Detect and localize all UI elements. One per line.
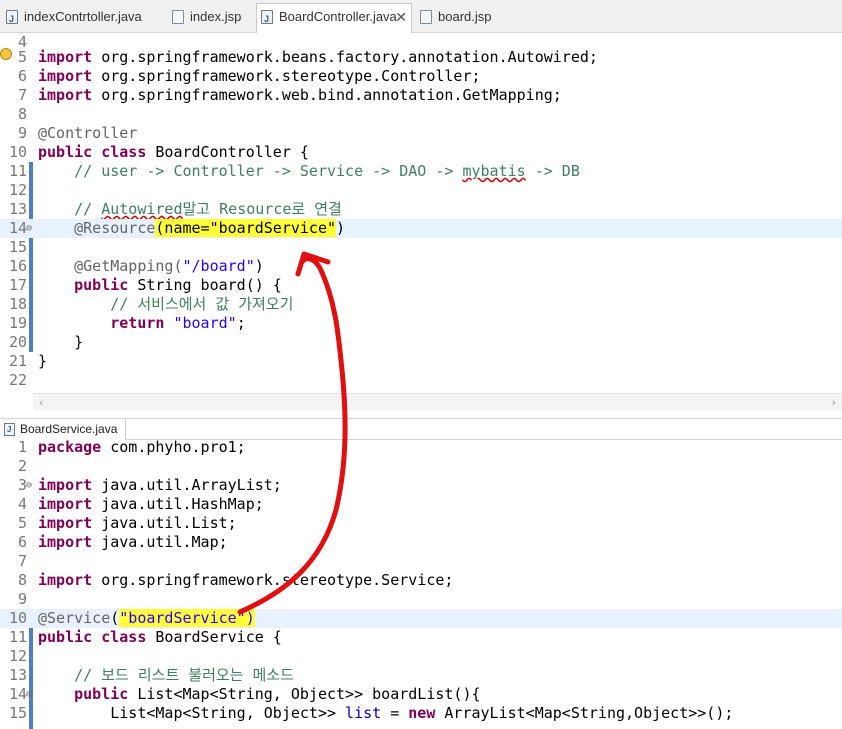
board-service-editor[interactable]: 1 package com.phyho.pro1; 2 3 ⊖ import j… (0, 440, 842, 729)
tab-board-controller[interactable]: BoardController.java ✕ (256, 3, 412, 33)
code-line: 7 import org.springframework.web.bind.an… (17, 86, 562, 104)
code-line: 7 (17, 552, 27, 570)
code-line: 13 // Autowired말고 Resource로 연결 (8, 200, 342, 218)
code-line: 9 (17, 590, 27, 608)
tab-board-jsp[interactable]: board.jsp (416, 4, 506, 30)
current-code-line: 14 ⊖ @Resource(name="boardService") (0, 219, 842, 238)
code-line: 11 // user -> Controller -> Service -> D… (8, 162, 580, 180)
jsp-file-icon (172, 10, 184, 24)
code-line: 15 (8, 238, 27, 256)
code-line: 10 public class BoardController { (8, 143, 309, 161)
tab-label: BoardService.java (20, 422, 118, 436)
scroll-right-icon[interactable]: › (830, 394, 837, 410)
horizontal-scrollbar[interactable]: ‹ › (33, 393, 842, 410)
code-line: 12 (8, 647, 27, 665)
code-line: 3 ⊖ import java.util.ArrayList; (17, 476, 282, 495)
code-line: 12 (8, 181, 27, 199)
code-line: 2 (17, 457, 27, 475)
tab-label: indexContrtoller.java (24, 9, 142, 24)
java-file-icon (261, 6, 273, 32)
tab-index-controller[interactable]: indexContrtoller.java (2, 4, 167, 32)
code-line: 16 @GetMapping("/board") (8, 257, 264, 275)
tab-index-jsp[interactable]: index.jsp (168, 4, 254, 30)
fold-collapse-icon[interactable]: ⊖ (26, 685, 32, 704)
code-line: 11 public class BoardService { (8, 628, 282, 646)
tab-label: board.jsp (438, 9, 492, 24)
code-line: 22 (8, 371, 27, 389)
code-line: 18 // 서비스에서 값 가져오기 (8, 295, 294, 313)
fold-collapse-icon[interactable]: ⊖ (26, 219, 32, 238)
code-line: 1 package com.phyho.pro1; (17, 440, 246, 456)
editor-tab-bar: indexContrtoller.java index.jsp BoardCon… (0, 0, 842, 33)
tab-board-service[interactable]: BoardService.java (0, 419, 127, 440)
code-line: 20 } (8, 333, 84, 351)
jsp-file-icon (420, 10, 432, 24)
code-line: 13 // 보드 리스트 불러오는 메소드 (8, 666, 294, 684)
code-line: 8 import org.springframework.stereotype.… (17, 571, 454, 589)
java-file-icon (6, 6, 18, 32)
scroll-left-icon[interactable]: ‹ (38, 394, 45, 410)
code-line: 19 return "board"; (8, 314, 246, 332)
current-code-line: 10 @Service("boardService") (0, 609, 842, 628)
code-line: 8 (17, 105, 27, 123)
highlighted-resource-name: (name="boardService" (155, 219, 337, 237)
code-line: 15 List<Map<String, Object>> list = new … (8, 704, 734, 722)
code-line: 14 ⊖ public List<Map<String, Object>> bo… (8, 685, 481, 704)
fold-collapse-icon[interactable]: ⊖ (26, 476, 32, 495)
code-line: 17 public String board() { (8, 276, 282, 294)
java-file-icon (4, 419, 15, 440)
code-line: 6 import java.util.Map; (17, 533, 228, 551)
tab-label: BoardController.java (279, 9, 397, 24)
code-line: 21 } (8, 352, 48, 370)
code-line: 6 import org.springframework.stereotype.… (17, 67, 481, 85)
code-line: 4 import java.util.HashMap; (17, 495, 264, 513)
highlighted-service-name: "boardService") (119, 609, 255, 627)
close-icon[interactable]: ✕ (395, 4, 407, 30)
bottom-editor-tab-bar: BoardService.java (0, 418, 842, 440)
code-line: 5 import org.springframework.beans.facto… (17, 48, 598, 66)
tab-label: index.jsp (190, 9, 242, 24)
code-line: 5 import java.util.List; (17, 514, 237, 532)
board-controller-editor[interactable]: 4 5 import org.springframework.beans.fac… (0, 33, 842, 410)
code-line: 9 @Controller (17, 124, 138, 142)
